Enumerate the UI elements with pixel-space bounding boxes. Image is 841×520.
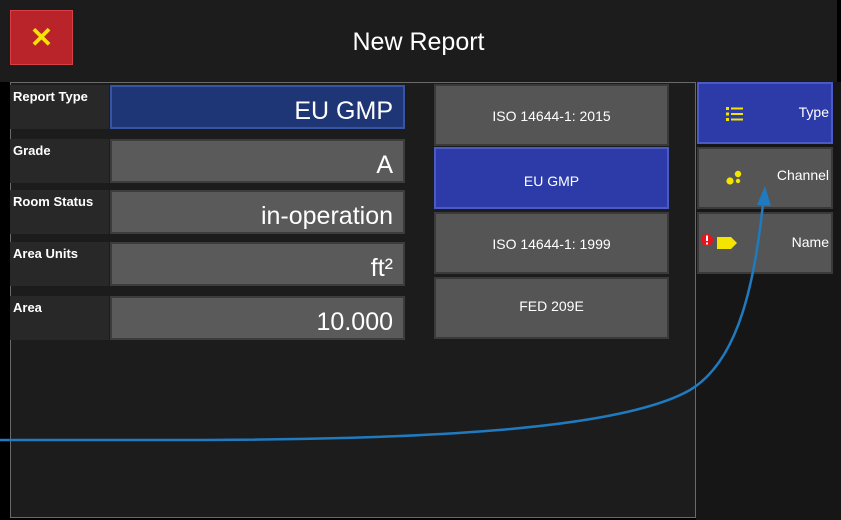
annotation-arrow	[0, 186, 771, 442]
